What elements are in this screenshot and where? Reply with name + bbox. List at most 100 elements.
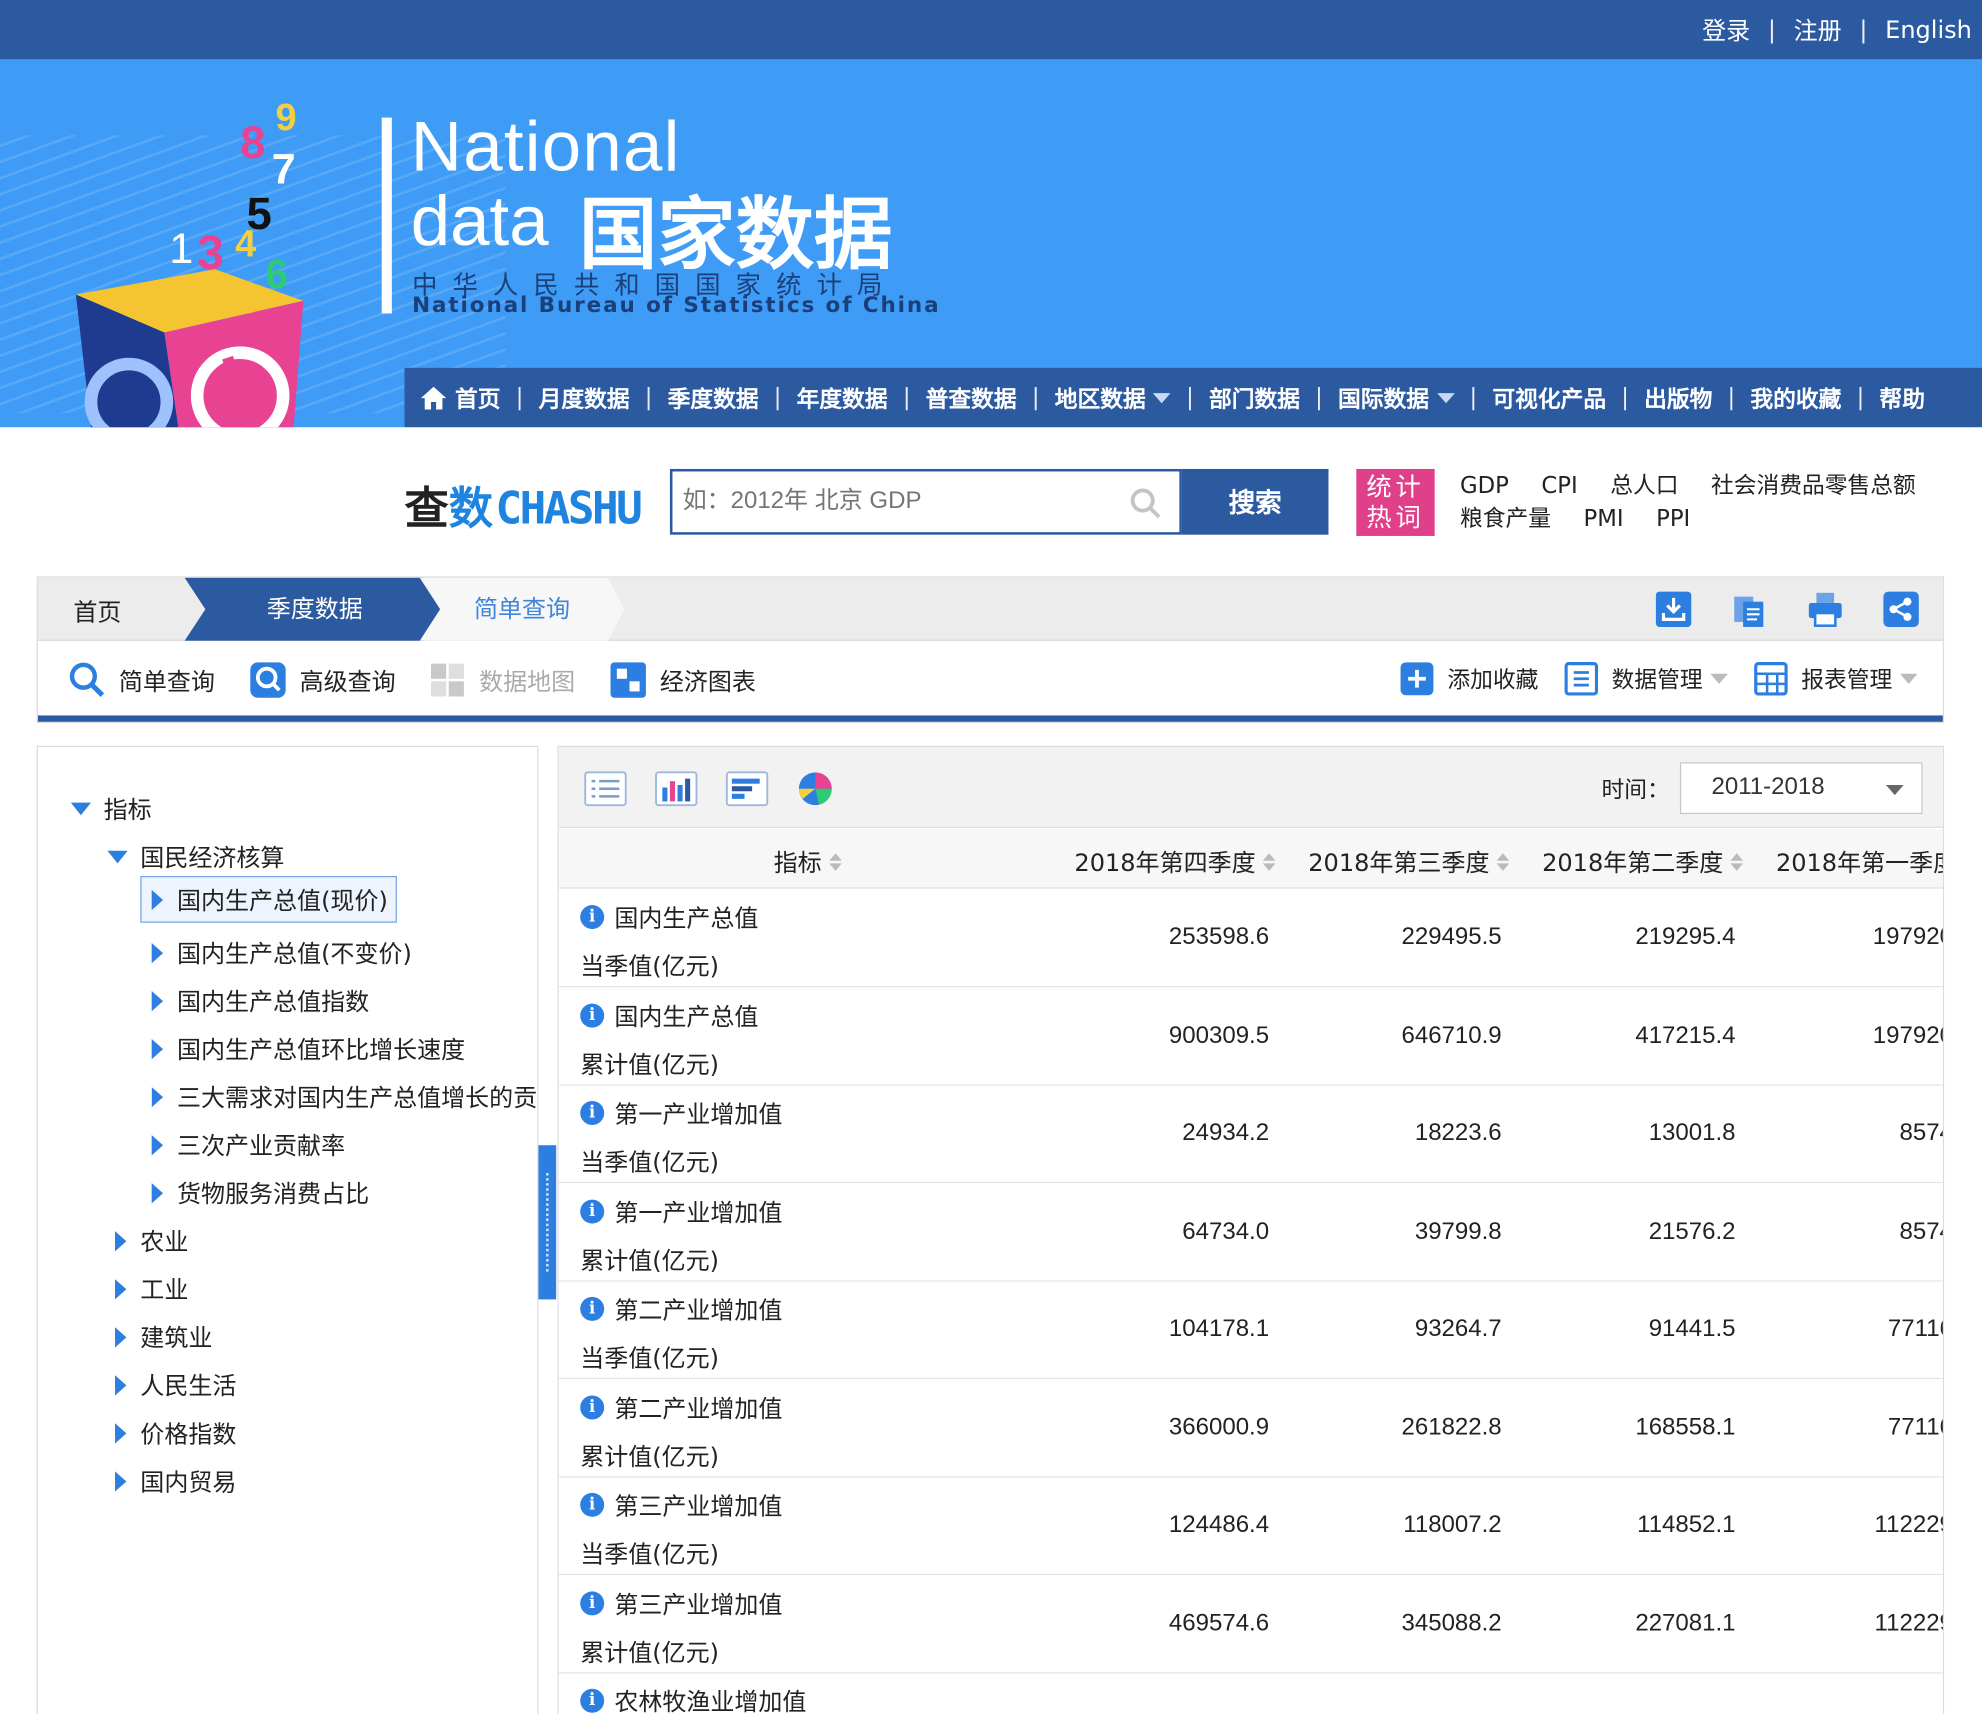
hotword-link[interactable]: 社会消费品零售总额 bbox=[1711, 473, 1916, 500]
tree-category[interactable]: 人民生活 bbox=[115, 1368, 236, 1402]
bar-chart-icon[interactable] bbox=[655, 770, 698, 808]
tree-category[interactable]: 农业 bbox=[115, 1224, 188, 1258]
nav-item-favorites[interactable]: 我的收藏 bbox=[1750, 381, 1841, 414]
breadcrumb-home[interactable]: 首页 bbox=[73, 594, 121, 628]
info-icon[interactable]: i bbox=[580, 1590, 605, 1615]
download-icon[interactable] bbox=[1655, 590, 1693, 628]
tree-category-label: 农业 bbox=[140, 1228, 189, 1257]
advanced-query-label: 高级查询 bbox=[299, 668, 396, 696]
info-icon[interactable]: i bbox=[580, 1100, 605, 1125]
simple-query-button[interactable]: 简单查询 bbox=[68, 661, 215, 699]
nav-item-monthly[interactable]: 月度数据 bbox=[539, 381, 630, 414]
login-link[interactable]: 登录 bbox=[1702, 13, 1750, 47]
column-header-q4[interactable]: 2018年第四季度 bbox=[1074, 844, 1276, 878]
advanced-query-button[interactable]: 高级查询 bbox=[249, 661, 396, 699]
tree-group[interactable]: 国民经济核算 bbox=[107, 839, 284, 873]
hot-words-badge: 统计 热词 bbox=[1356, 468, 1435, 536]
tree-item[interactable]: 国内生产总值(不变价) bbox=[151, 935, 412, 969]
hotword-link[interactable]: GDP bbox=[1460, 473, 1509, 500]
search-input[interactable] bbox=[672, 471, 1103, 533]
nav-item-annual[interactable]: 年度数据 bbox=[797, 381, 888, 414]
table-row[interactable]: i 第二产业增加值 当季值(亿元) 104178.1 93264.7 91441.5 771… bbox=[558, 1281, 1943, 1380]
hotword-link[interactable]: 总人口 bbox=[1610, 473, 1678, 500]
nav-item-home[interactable]: 首页 bbox=[420, 381, 501, 414]
table-row[interactable]: i 第一产业增加值当季值(亿元) 24934.2 18223.6 13001.8 8574 bbox=[558, 1085, 1943, 1184]
tree-item[interactable]: 国内生产总值环比增长速度 bbox=[151, 1031, 465, 1065]
nav-item-publications[interactable]: 出版物 bbox=[1644, 381, 1712, 414]
hot-label-1: 统计 bbox=[1366, 471, 1425, 502]
hotword-link[interactable]: PMI bbox=[1583, 506, 1623, 533]
nav-item-visualization[interactable]: 可视化产品 bbox=[1492, 381, 1606, 414]
indicator-unit: 当季值(亿元) bbox=[580, 1344, 720, 1373]
horizontal-bar-icon[interactable] bbox=[725, 770, 769, 808]
table-row[interactable]: i 第三产业增加值 累计值(亿元) 469574.6 345088.2 227081.1 1… bbox=[558, 1575, 1943, 1673]
table-cell: 345088.2 bbox=[1401, 1609, 1502, 1637]
logo-data: data bbox=[410, 180, 549, 261]
tree-root[interactable]: 指标 bbox=[70, 791, 152, 825]
add-favorite-button[interactable]: 添加收藏 bbox=[1399, 661, 1538, 696]
share-icon[interactable] bbox=[1882, 590, 1920, 628]
search-button[interactable]: 搜索 bbox=[1181, 468, 1329, 535]
time-range-select[interactable]: 2011-2018 bbox=[1679, 762, 1923, 815]
table-cell: 417215.4 bbox=[1635, 1021, 1736, 1049]
table-row[interactable]: i 第二产业增加值 累计值(亿元) 366000.9 261822.8 168558.1 7… bbox=[558, 1379, 1943, 1478]
tree-item-selected[interactable]: 国内生产总值(现价) bbox=[140, 875, 397, 923]
search-box bbox=[669, 468, 1182, 535]
info-icon[interactable]: i bbox=[580, 1296, 605, 1321]
info-icon[interactable]: i bbox=[580, 905, 605, 930]
pie-chart-icon[interactable] bbox=[796, 770, 834, 808]
advanced-search-icon bbox=[250, 662, 286, 698]
breadcrumb-next[interactable]: 简单查询 bbox=[419, 577, 625, 641]
nav-item-census[interactable]: 普查数据 bbox=[926, 381, 1017, 414]
hotword-link[interactable]: 粮食产量 bbox=[1460, 506, 1551, 533]
column-header-q1[interactable]: 2018年第一季度 bbox=[1776, 844, 1943, 878]
page-tools bbox=[1655, 590, 1920, 628]
table-row[interactable]: i 农林牧渔业增加值 bbox=[558, 1673, 1943, 1714]
economic-charts-button[interactable]: 经济图表 bbox=[609, 661, 756, 699]
data-management-menu[interactable]: 数据管理 bbox=[1564, 661, 1728, 696]
report-management-menu[interactable]: 报表管理 bbox=[1753, 661, 1918, 696]
table-header: 指标 2018年第四季度 2018年第三季度 2018年第二季度 2018年第一… bbox=[558, 829, 1943, 889]
table-row[interactable]: i 第三产业增加值 当季值(亿元) 124486.4 118007.2 114852.1 1… bbox=[558, 1477, 1943, 1575]
column-header-indicator[interactable]: 指标 bbox=[774, 844, 842, 878]
tree-item[interactable]: 三大需求对国内生产总值增长的贡 bbox=[151, 1079, 539, 1113]
register-link[interactable]: 注册 bbox=[1794, 13, 1842, 47]
nav-item-regional[interactable]: 地区数据 bbox=[1055, 381, 1171, 414]
hotword-link[interactable]: PPI bbox=[1656, 506, 1690, 533]
info-icon[interactable]: i bbox=[580, 1003, 605, 1028]
tree-category[interactable]: 国内贸易 bbox=[115, 1464, 236, 1498]
column-header-label: 2018年第四季度 bbox=[1074, 849, 1256, 878]
english-link[interactable]: English bbox=[1885, 16, 1972, 44]
info-icon[interactable]: i bbox=[580, 1688, 605, 1713]
separator: | bbox=[1727, 384, 1736, 411]
table-view-icon[interactable] bbox=[584, 770, 627, 808]
info-icon[interactable]: i bbox=[580, 1492, 605, 1517]
info-icon[interactable]: i bbox=[580, 1198, 605, 1223]
panel-splitter-handle[interactable] bbox=[538, 1145, 557, 1300]
expand-right-icon bbox=[151, 889, 164, 910]
print-icon[interactable] bbox=[1806, 590, 1844, 628]
column-header-q3[interactable]: 2018年第三季度 bbox=[1308, 844, 1510, 878]
tree-category[interactable]: 工业 bbox=[115, 1272, 188, 1306]
hotword-link[interactable]: CPI bbox=[1541, 473, 1577, 500]
breadcrumb-current[interactable]: 季度数据 bbox=[184, 577, 445, 641]
data-map-button[interactable]: 数据地图 bbox=[429, 661, 575, 699]
hot-words: GDP CPI 总人口 社会消费品零售总额 粮食产量 PMI PPI bbox=[1460, 470, 1966, 536]
copy-icon[interactable] bbox=[1730, 590, 1768, 628]
panel-accent-bar bbox=[37, 715, 1943, 722]
table-row[interactable]: i 第一产业增加值累计值(亿元) 64734.0 39799.8 21576.2 8574 bbox=[558, 1183, 1943, 1282]
tree-item[interactable]: 三次产业贡献率 bbox=[151, 1128, 345, 1162]
column-header-q2[interactable]: 2018年第二季度 bbox=[1542, 844, 1744, 878]
table-row[interactable]: i 国内生产总值 当季值(亿元) 253598.6 229495.5 219295.4 19… bbox=[558, 889, 1943, 988]
nav-item-quarterly[interactable]: 季度数据 bbox=[668, 381, 759, 414]
tree-category[interactable]: 价格指数 bbox=[115, 1416, 236, 1450]
table-row[interactable]: i 国内生产总值 累计值(亿元) 900309.5 646710.9 417215.4 19… bbox=[558, 987, 1943, 1086]
nav-item-international[interactable]: 国际数据 bbox=[1338, 381, 1455, 414]
nav-item-help[interactable]: 帮助 bbox=[1879, 381, 1925, 414]
info-icon[interactable]: i bbox=[580, 1394, 605, 1419]
tree-item[interactable]: 货物服务消费占比 bbox=[151, 1176, 369, 1210]
tree-category[interactable]: 建筑业 bbox=[115, 1320, 212, 1354]
nav-item-department[interactable]: 部门数据 bbox=[1209, 381, 1300, 414]
tree-item[interactable]: 国内生产总值指数 bbox=[151, 983, 369, 1017]
indicator-unit: 累计值(亿元) bbox=[580, 1246, 720, 1275]
